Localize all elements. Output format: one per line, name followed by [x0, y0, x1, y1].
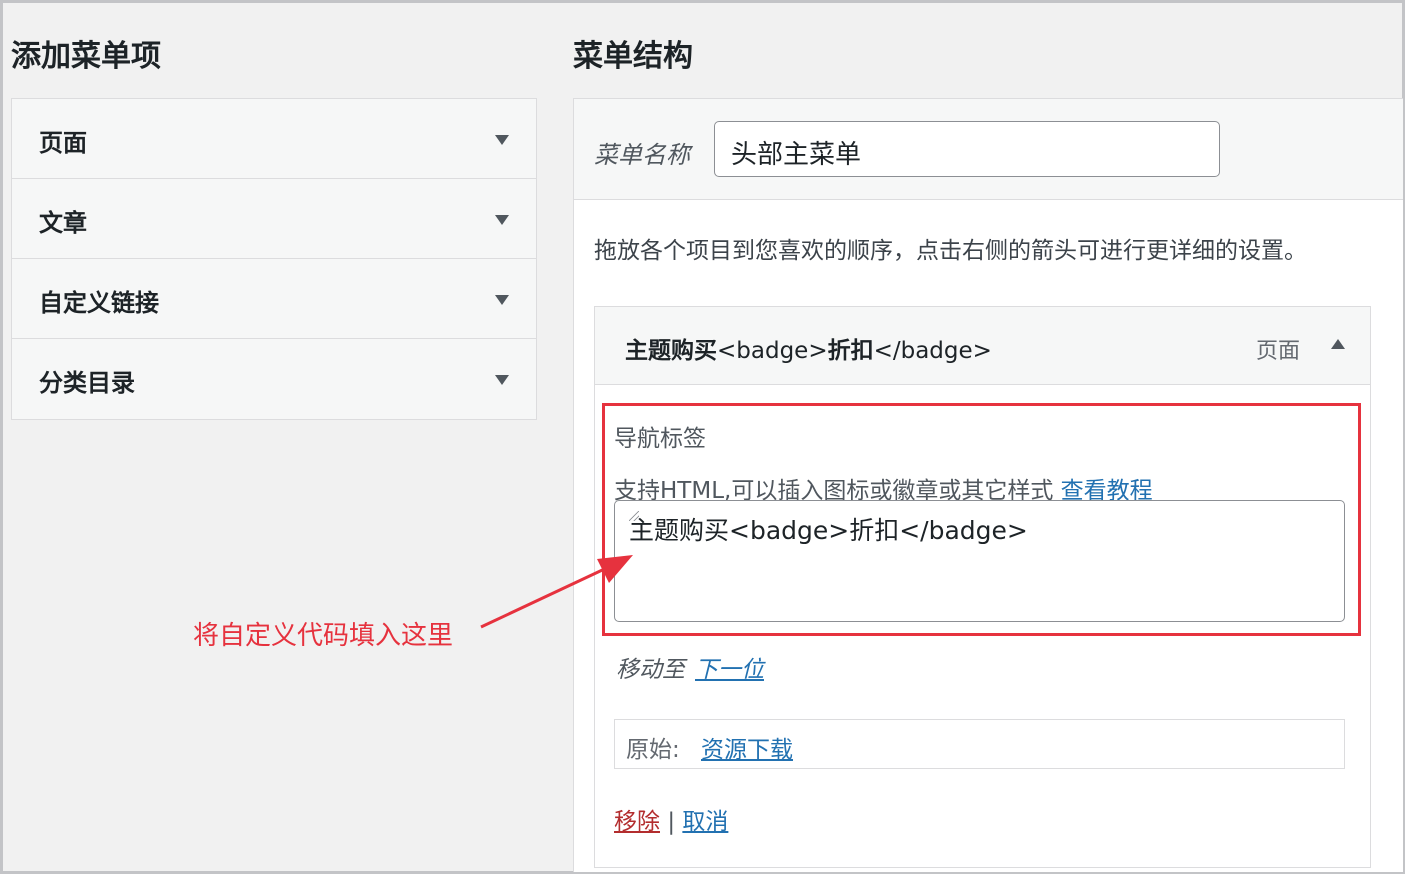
- original-link-box: 原始: 资源下载: [614, 719, 1345, 769]
- navigation-label-textarea[interactable]: 主题购买<badge>折扣</badge>: [614, 500, 1345, 622]
- accordion-section-custom-links[interactable]: 自定义链接: [12, 259, 536, 339]
- menu-item-handle[interactable]: 主题购买<badge>折扣</badge> 页面: [595, 307, 1370, 385]
- menu-item-settings: 主题购买<badge>折扣</badge> 页面 导航标签 支持HTML,可以插…: [594, 306, 1371, 868]
- menu-item-title-part: </badge>: [874, 338, 992, 364]
- screenshot-frame: 添加菜单项 页面 文章 自定义链接 分类目录 菜单结构 菜单名称 头部主菜单 拖…: [0, 0, 1405, 874]
- annotation-arrow-icon: [473, 543, 643, 633]
- original-label: 原始:: [626, 730, 680, 764]
- remove-link[interactable]: 移除: [614, 809, 660, 835]
- move-to: 移动至下一位: [616, 650, 764, 684]
- menu-item-title: 主题购买<badge>折扣</badge>: [625, 331, 992, 365]
- move-label: 移动至: [616, 657, 685, 683]
- menu-item-type: 页面: [1256, 333, 1300, 365]
- resize-grip-icon[interactable]: [629, 511, 639, 521]
- caret-down-icon: [495, 135, 509, 145]
- caret-down-icon: [495, 375, 509, 385]
- caret-up-icon[interactable]: [1331, 339, 1345, 349]
- accordion-section-categories[interactable]: 分类目录: [12, 339, 536, 419]
- menu-item-title-part: 主题购买: [625, 338, 717, 364]
- accordion-section-label: 自定义链接: [39, 283, 159, 318]
- accordion-section-label: 页面: [39, 123, 87, 158]
- caret-down-icon: [495, 215, 509, 225]
- accordion-section-label: 文章: [39, 203, 87, 238]
- navigation-label-value: 主题购买<badge>折扣</badge>: [629, 511, 1028, 547]
- menu-structure-title: 菜单结构: [573, 31, 693, 75]
- menu-name-value: 头部主菜单: [731, 134, 861, 171]
- caret-down-icon: [495, 295, 509, 305]
- accordion-section-label: 分类目录: [39, 363, 135, 398]
- original-link[interactable]: 资源下载: [701, 730, 793, 764]
- menu-item-title-part: <badge>: [717, 338, 828, 364]
- menu-name-header: 菜单名称 头部主菜单: [574, 99, 1403, 200]
- cancel-link[interactable]: 取消: [682, 809, 728, 835]
- move-down-link[interactable]: 下一位: [695, 657, 764, 683]
- drag-instructions: 拖放各个项目到您喜欢的顺序，点击右侧的箭头可进行更详细的设置。: [594, 231, 1307, 265]
- add-menu-items-title: 添加菜单项: [11, 31, 161, 75]
- actions-separator: |: [667, 809, 675, 835]
- add-menu-items-accordion: 页面 文章 自定义链接 分类目录: [11, 98, 537, 420]
- menu-name-input[interactable]: 头部主菜单: [714, 121, 1220, 177]
- annotation-text: 将自定义代码填入这里: [193, 615, 453, 652]
- menu-structure-panel: 菜单名称 头部主菜单 拖放各个项目到您喜欢的顺序，点击右侧的箭头可进行更详细的设…: [573, 98, 1403, 872]
- accordion-section-posts[interactable]: 文章: [12, 179, 536, 259]
- item-actions: 移除 | 取消: [614, 802, 728, 836]
- menu-item-title-part: 折扣: [828, 338, 874, 364]
- navigation-label: 导航标签: [614, 419, 706, 453]
- accordion-section-pages[interactable]: 页面: [12, 99, 536, 179]
- menu-name-label: 菜单名称: [594, 135, 690, 170]
